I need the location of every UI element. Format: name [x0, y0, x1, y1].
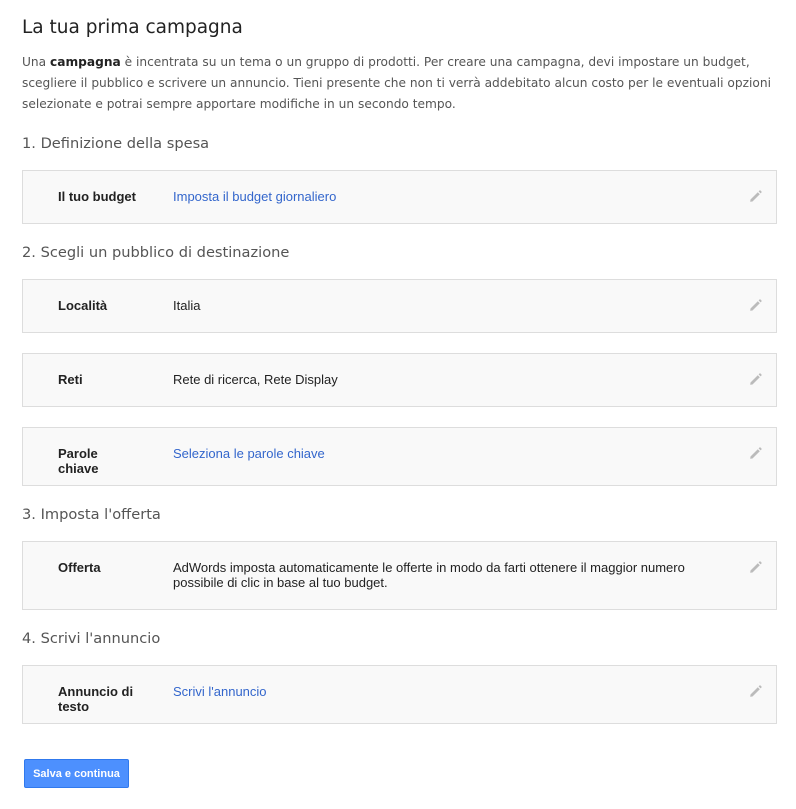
pencil-icon[interactable] — [749, 373, 762, 386]
location-value: Italia — [173, 298, 201, 313]
section-title-spend: 1. Definizione della spesa — [22, 135, 210, 152]
offer-label: Offerta — [58, 560, 101, 575]
text-ad-card[interactable]: Annuncio di testo Scrivi l'annuncio — [22, 665, 777, 724]
intro-text: Una campagna è incentrata su un tema o u… — [22, 52, 777, 115]
offer-card[interactable]: Offerta AdWords imposta automaticamente … — [22, 541, 777, 610]
pencil-icon[interactable] — [749, 190, 762, 203]
section-title-bid: 3. Imposta l'offerta — [22, 506, 161, 523]
budget-link[interactable]: Imposta il budget giornaliero — [173, 189, 713, 204]
pencil-icon[interactable] — [749, 685, 762, 698]
intro-bold-term: campagna — [50, 55, 121, 69]
keywords-label: Parole chiave — [58, 446, 99, 476]
networks-card[interactable]: Reti Rete di ricerca, Rete Display — [22, 353, 777, 407]
location-card[interactable]: Località Italia — [22, 279, 777, 333]
location-label: Località — [58, 298, 108, 313]
intro-suffix: è incentrata su un tema o un gruppo di p… — [22, 55, 771, 111]
keywords-card[interactable]: Parole chiave Seleziona le parole chiave — [22, 427, 777, 486]
budget-card[interactable]: Il tuo budget Imposta il budget giornali… — [22, 170, 777, 224]
offer-value: AdWords imposta automaticamente le offer… — [173, 560, 685, 590]
intro-prefix: Una — [22, 55, 50, 69]
keywords-link[interactable]: Seleziona le parole chiave — [173, 446, 713, 461]
section-title-audience: 2. Scegli un pubblico di destinazione — [22, 244, 290, 261]
pencil-icon[interactable] — [749, 299, 762, 312]
save-and-continue-button[interactable]: Salva e continua — [24, 759, 129, 788]
networks-label: Reti — [58, 372, 83, 387]
networks-value: Rete di ricerca, Rete Display — [173, 372, 338, 387]
text-ad-link[interactable]: Scrivi l'annuncio — [173, 684, 713, 699]
budget-label: Il tuo budget — [58, 189, 136, 204]
pencil-icon[interactable] — [749, 447, 762, 460]
section-title-ad: 4. Scrivi l'annuncio — [22, 630, 161, 647]
page-title: La tua prima campagna — [22, 17, 243, 38]
pencil-icon[interactable] — [749, 561, 762, 574]
text-ad-label: Annuncio di testo — [58, 684, 134, 714]
